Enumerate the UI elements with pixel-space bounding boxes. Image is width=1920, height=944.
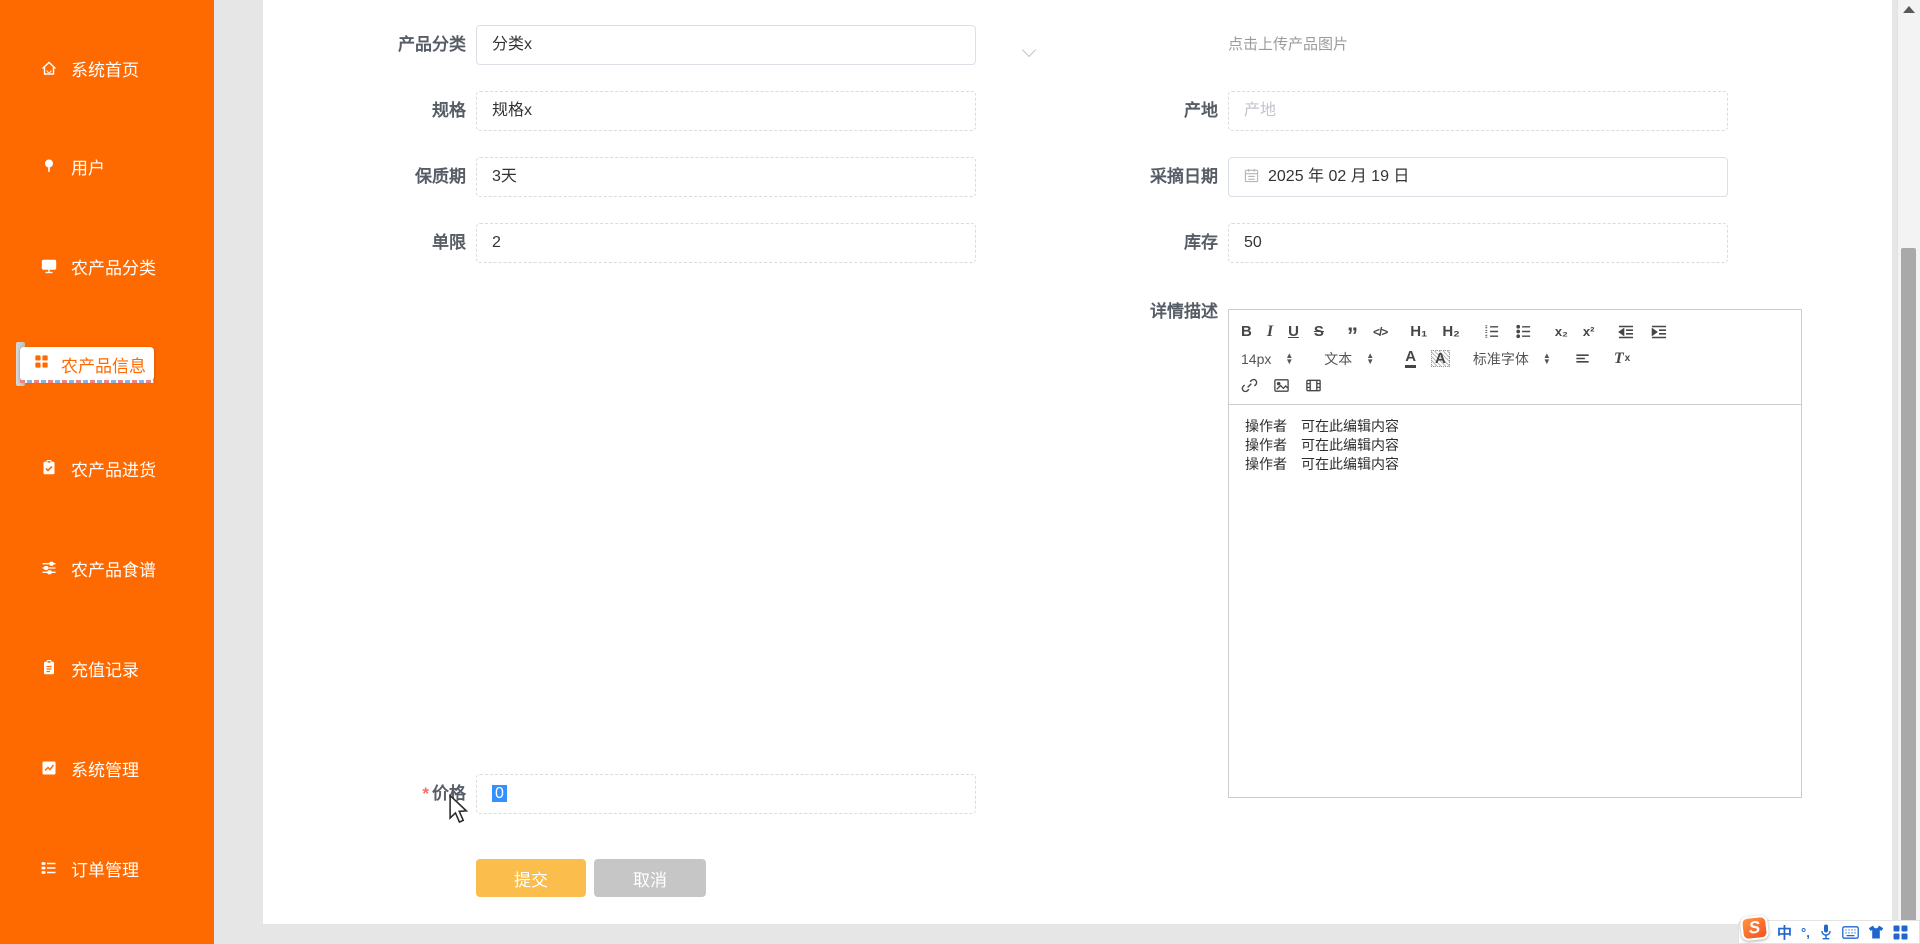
upload-image-button[interactable]: 点击上传产品图片 xyxy=(1228,25,1348,65)
scrollbar-thumb[interactable] xyxy=(1901,248,1916,922)
editor-line: 操作者 可在此编辑内容 xyxy=(1245,456,1399,472)
ime-toolbar: S 中 °, xyxy=(1738,914,1920,944)
subscript-button[interactable]: x₂ xyxy=(1555,325,1568,338)
unit-limit-input[interactable]: 2 xyxy=(476,223,976,263)
unit-limit-label: 单限 xyxy=(432,233,466,252)
outdent-button[interactable] xyxy=(1617,323,1635,341)
editor-toolbar: B I U S ” </> H₁ H₂ x₂ x² 14px ▲ ▼ 文本 ▲ … xyxy=(1229,310,1801,405)
font-family-select[interactable]: 标准字体 ▲ ▼ xyxy=(1473,350,1551,366)
pin-icon xyxy=(40,157,58,175)
indent-button[interactable] xyxy=(1650,323,1668,341)
clipboard-check-icon xyxy=(40,459,58,477)
spec-input[interactable]: 规格x xyxy=(476,91,976,131)
harvest-date-label: 采摘日期 xyxy=(1150,167,1218,186)
sidebar-item-system-management[interactable]: 系统管理 xyxy=(40,755,139,781)
clear-format-button[interactable]: Tx xyxy=(1614,350,1630,367)
category-select[interactable]: 分类x xyxy=(476,25,976,65)
sidebar-item-label: 充值记录 xyxy=(71,660,139,680)
calendar-icon xyxy=(1244,160,1259,196)
sogou-logo[interactable]: S xyxy=(1739,914,1770,941)
superscript-button[interactable]: x² xyxy=(1583,325,1595,338)
selection-ants xyxy=(20,380,154,383)
spinner-arrows-icon: ▲ ▼ xyxy=(1542,350,1551,366)
origin-label: 产地 xyxy=(1184,101,1218,120)
sidebar-item-product-category[interactable]: 农产品分类 xyxy=(40,253,156,279)
editor-content[interactable]: 操作者 可在此编辑内容 操作者 可在此编辑内容 操作者 可在此编辑内容 xyxy=(1229,405,1801,486)
sidebar-item-users[interactable]: 用户 xyxy=(40,153,105,179)
sidebar-item-label: 用户 xyxy=(71,158,105,178)
keyboard-icon[interactable] xyxy=(1841,925,1859,939)
align-button[interactable] xyxy=(1574,350,1591,367)
sliders-icon xyxy=(40,559,58,577)
spinner-arrows-icon: ▲ ▼ xyxy=(1366,350,1375,366)
heading1-button[interactable]: H₁ xyxy=(1410,324,1427,339)
sidebar-item-product-info[interactable]: 农产品信息 xyxy=(20,347,154,383)
required-asterisk: * xyxy=(422,784,429,803)
scrollbar-up-arrow[interactable] xyxy=(1903,6,1915,13)
scrollbar[interactable] xyxy=(1897,0,1920,944)
harvest-date-input[interactable]: 2025 年 02 月 19 日 xyxy=(1228,157,1728,197)
category-label: 产品分类 xyxy=(398,35,466,54)
stock-input[interactable]: 50 xyxy=(1228,223,1728,263)
strikethrough-button[interactable]: S xyxy=(1314,324,1324,339)
shelf-life-input[interactable]: 3天 xyxy=(476,157,976,197)
rich-text-editor: B I U S ” </> H₁ H₂ x₂ x² 14px ▲ ▼ 文本 ▲ … xyxy=(1228,309,1802,798)
grid-icon xyxy=(33,353,50,375)
monitor-icon xyxy=(40,257,58,275)
sidebar-item-label: 农产品食谱 xyxy=(71,560,156,580)
sidebar-item-label: 订单管理 xyxy=(71,860,139,880)
stock-label: 库存 xyxy=(1184,233,1218,252)
link-button[interactable] xyxy=(1241,377,1258,394)
home-icon xyxy=(40,59,58,77)
sidebar-item-product-recipe[interactable]: 农产品食谱 xyxy=(40,555,156,581)
origin-placeholder: 产地 xyxy=(1244,102,1277,119)
sidebar-item-home[interactable]: 系统首页 xyxy=(40,55,139,81)
sidebar-item-recharge-records[interactable]: 充值记录 xyxy=(40,655,139,681)
shelf-life-label: 保质期 xyxy=(415,167,466,186)
clipboard-icon xyxy=(40,659,58,677)
ordered-list-button[interactable] xyxy=(1483,323,1500,340)
video-button[interactable] xyxy=(1305,377,1322,394)
highlight-color-button[interactable]: A xyxy=(1431,350,1450,367)
price-label: * 价格 xyxy=(422,784,466,803)
sidebar-item-label: 系统管理 xyxy=(71,760,139,780)
origin-input[interactable]: 产地 xyxy=(1228,91,1728,131)
image-button[interactable] xyxy=(1273,377,1290,394)
sidebar-item-label: 系统首页 xyxy=(71,60,139,80)
text-color-button[interactable]: A xyxy=(1405,349,1417,368)
bold-button[interactable]: B xyxy=(1241,324,1252,339)
chinese-mode-button[interactable]: 中 xyxy=(1777,922,1792,943)
cancel-button[interactable]: 取消 xyxy=(594,859,706,897)
font-size-select[interactable]: 14px ▲ ▼ xyxy=(1241,350,1294,366)
editor-line: 操作者 可在此编辑内容 xyxy=(1245,418,1399,434)
sidebar-item-label: 农产品分类 xyxy=(71,258,156,278)
order-list-icon xyxy=(40,859,58,877)
sidebar-item-label: 农产品信息 xyxy=(61,356,146,376)
skin-icon[interactable] xyxy=(1868,925,1884,939)
sidebar-item-label: 农产品进货 xyxy=(71,460,156,480)
spinner-arrows-icon: ▲ ▼ xyxy=(1285,350,1294,366)
submit-button[interactable]: 提交 xyxy=(476,859,586,897)
blockquote-button[interactable]: ” xyxy=(1347,323,1358,346)
harvest-date-value: 2025 年 02 月 19 日 xyxy=(1268,168,1410,185)
sidebar-item-order-management[interactable]: 订单管理 xyxy=(40,855,139,881)
format-select[interactable]: 文本 ▲ ▼ xyxy=(1324,350,1375,366)
code-button[interactable]: </> xyxy=(1373,326,1388,338)
selected-text: 0 xyxy=(492,785,507,802)
editor-line: 操作者 可在此编辑内容 xyxy=(1245,437,1399,453)
toolbox-grid-icon[interactable] xyxy=(1893,925,1908,940)
spec-label: 规格 xyxy=(432,101,466,120)
underline-button[interactable]: U xyxy=(1288,324,1299,339)
sidebar: 系统首页 用户 农产品分类 农产品信息 农产品进货 农产品食谱 充值记录 系统管… xyxy=(0,0,214,944)
description-label: 详情描述 xyxy=(1150,302,1218,321)
sidebar-item-product-purchase[interactable]: 农产品进货 xyxy=(40,455,156,481)
heading2-button[interactable]: H₂ xyxy=(1442,324,1460,339)
italic-button[interactable]: I xyxy=(1267,323,1273,340)
bullet-list-button[interactable] xyxy=(1515,323,1532,340)
price-input[interactable]: 0 xyxy=(476,774,976,814)
punctuation-button[interactable]: °, xyxy=(1801,925,1810,940)
microphone-icon[interactable] xyxy=(1819,924,1833,940)
chart-line-icon xyxy=(40,759,58,777)
